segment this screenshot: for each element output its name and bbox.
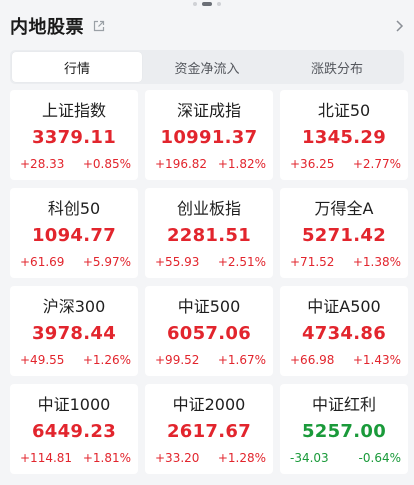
index-card[interactable]: 北证50 1345.29 +36.25 +2.77% bbox=[280, 90, 408, 180]
index-name: 创业板指 bbox=[176, 199, 241, 218]
index-change: +61.69 bbox=[20, 255, 65, 269]
index-change-row: +61.69 +5.97% bbox=[10, 255, 138, 269]
tab-bar: 行情 资金净流入 涨跌分布 bbox=[10, 50, 404, 84]
index-change-percent: +0.85% bbox=[82, 157, 131, 171]
index-change: +55.93 bbox=[155, 255, 200, 269]
index-change-percent: +5.97% bbox=[82, 255, 131, 269]
index-name: 北证50 bbox=[317, 101, 371, 120]
index-name: 上证指数 bbox=[41, 101, 106, 120]
index-card[interactable]: 创业板指 2281.51 +55.93 +2.51% bbox=[145, 188, 273, 278]
index-change-percent: +1.82% bbox=[217, 157, 266, 171]
index-card[interactable]: 科创50 1094.77 +61.69 +5.97% bbox=[10, 188, 138, 278]
index-change-percent: +1.67% bbox=[217, 353, 266, 367]
index-change: +66.98 bbox=[290, 353, 335, 367]
index-change: -34.03 bbox=[290, 451, 329, 465]
index-change-percent: -0.64% bbox=[358, 451, 401, 465]
section-title: 内地股票 bbox=[10, 17, 84, 38]
index-name: 万得全A bbox=[314, 199, 374, 218]
index-change-row: +71.52 +1.38% bbox=[280, 255, 408, 269]
index-card[interactable]: 上证指数 3379.11 +28.33 +0.85% bbox=[10, 90, 138, 180]
index-change-percent: +1.28% bbox=[217, 451, 266, 465]
index-value: 2281.51 bbox=[166, 225, 252, 246]
index-value: 3379.11 bbox=[31, 127, 117, 148]
index-name: 中证A500 bbox=[307, 297, 381, 316]
index-card[interactable]: 中证1000 6449.23 +114.81 +1.81% bbox=[10, 384, 138, 474]
index-change-row: +114.81 +1.81% bbox=[10, 451, 138, 465]
index-change: +71.52 bbox=[290, 255, 335, 269]
index-change-row: +99.52 +1.67% bbox=[145, 353, 273, 367]
index-value: 5257.00 bbox=[301, 421, 387, 442]
index-card[interactable]: 深证成指 10991.37 +196.82 +1.82% bbox=[145, 90, 273, 180]
index-change-percent: +1.81% bbox=[82, 451, 131, 465]
index-value: 1345.29 bbox=[301, 127, 387, 148]
index-change: +114.81 bbox=[20, 451, 73, 465]
index-change-row: +66.98 +1.43% bbox=[280, 353, 408, 367]
index-value: 2617.67 bbox=[166, 421, 252, 442]
tab-net-inflow[interactable]: 资金净流入 bbox=[142, 52, 272, 82]
page-indicator bbox=[0, 0, 414, 8]
index-change-row: +55.93 +2.51% bbox=[145, 255, 273, 269]
index-value: 6057.06 bbox=[166, 323, 252, 344]
index-change: +33.20 bbox=[155, 451, 200, 465]
index-change-row: +33.20 +1.28% bbox=[145, 451, 273, 465]
index-name: 中证500 bbox=[177, 297, 241, 316]
index-change-row: +49.55 +1.26% bbox=[10, 353, 138, 367]
page-dot bbox=[217, 2, 221, 6]
index-name: 深证成指 bbox=[176, 101, 241, 120]
index-value: 4734.86 bbox=[301, 323, 387, 344]
index-value: 6449.23 bbox=[31, 421, 117, 442]
tab-market[interactable]: 行情 bbox=[12, 52, 142, 82]
index-change: +196.82 bbox=[155, 157, 208, 171]
index-name: 中证红利 bbox=[311, 395, 376, 414]
external-link-icon[interactable] bbox=[92, 19, 106, 33]
index-name: 科创50 bbox=[47, 199, 101, 218]
index-change: +36.25 bbox=[290, 157, 335, 171]
index-value: 10991.37 bbox=[160, 127, 258, 148]
index-card[interactable]: 沪深300 3978.44 +49.55 +1.26% bbox=[10, 286, 138, 376]
index-card[interactable]: 中证A500 4734.86 +66.98 +1.43% bbox=[280, 286, 408, 376]
index-card[interactable]: 中证红利 5257.00 -34.03 -0.64% bbox=[280, 384, 408, 474]
index-change-row: +196.82 +1.82% bbox=[145, 157, 273, 171]
index-value: 1094.77 bbox=[31, 225, 117, 246]
index-card[interactable]: 中证500 6057.06 +99.52 +1.67% bbox=[145, 286, 273, 376]
index-name: 中证1000 bbox=[37, 395, 111, 414]
index-grid: 上证指数 3379.11 +28.33 +0.85% 深证成指 10991.37 +196.… bbox=[10, 90, 408, 474]
index-change-percent: +1.43% bbox=[352, 353, 401, 367]
index-card[interactable]: 中证2000 2617.67 +33.20 +1.28% bbox=[145, 384, 273, 474]
tab-rise-fall-distribution[interactable]: 涨跌分布 bbox=[272, 52, 402, 82]
index-change-percent: +2.51% bbox=[217, 255, 266, 269]
index-change-row: -34.03 -0.64% bbox=[280, 451, 408, 465]
index-value: 5271.42 bbox=[301, 225, 387, 246]
page-dot bbox=[193, 2, 197, 6]
index-change-row: +28.33 +0.85% bbox=[10, 157, 138, 171]
index-change-percent: +1.26% bbox=[82, 353, 131, 367]
chevron-right-icon[interactable] bbox=[394, 19, 404, 33]
index-change: +28.33 bbox=[20, 157, 65, 171]
section-header[interactable]: 内地股票 bbox=[0, 8, 414, 44]
index-change: +49.55 bbox=[20, 353, 65, 367]
index-change: +99.52 bbox=[155, 353, 200, 367]
index-change-row: +36.25 +2.77% bbox=[280, 157, 408, 171]
page-dot-active bbox=[202, 2, 212, 6]
index-name: 中证2000 bbox=[172, 395, 246, 414]
index-change-percent: +2.77% bbox=[352, 157, 401, 171]
index-name: 沪深300 bbox=[42, 297, 106, 316]
index-value: 3978.44 bbox=[31, 323, 117, 344]
index-change-percent: +1.38% bbox=[352, 255, 401, 269]
index-card[interactable]: 万得全A 5271.42 +71.52 +1.38% bbox=[280, 188, 408, 278]
